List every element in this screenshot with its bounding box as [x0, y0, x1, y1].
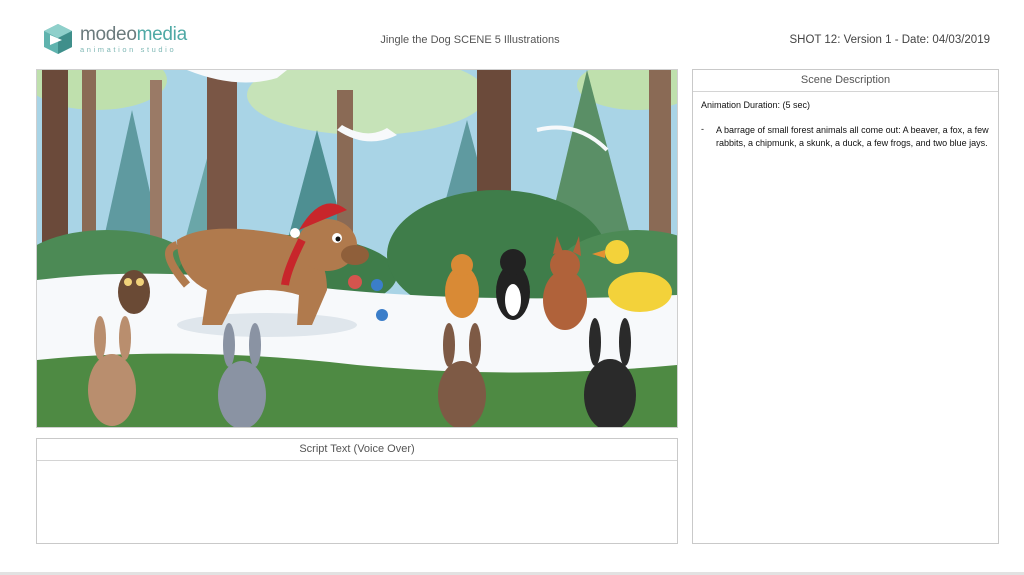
logo-wordmark: modeomedia animation studio — [80, 25, 187, 54]
crab-frog — [348, 275, 362, 289]
logo-brand-name: modeomedia — [80, 25, 187, 44]
script-text-body[interactable] — [37, 461, 677, 473]
duck — [608, 272, 672, 312]
company-logo: modeomedia animation studio — [42, 22, 187, 56]
bullet-marker: - — [701, 124, 704, 134]
scene-description-heading: Scene Description — [693, 70, 998, 92]
script-text-heading: Script Text (Voice Over) — [37, 439, 677, 461]
blue-jay — [371, 279, 383, 291]
cube-logo-icon — [44, 24, 72, 54]
logo-brand-part2: media — [136, 23, 188, 45]
script-text-panel: Script Text (Voice Over) — [36, 438, 678, 544]
storyboard-page: modeomedia animation studio Jingle the D… — [0, 0, 1024, 575]
document-title: Jingle the Dog SCENE 5 Illustrations — [380, 34, 560, 46]
description-bullet: - A barrage of small forest animals all … — [701, 124, 990, 150]
scene-illustration-frame — [36, 69, 678, 428]
bullet-text: A barrage of small forest animals all co… — [716, 125, 989, 149]
animation-duration: Animation Duration: (5 sec) — [701, 100, 811, 110]
logo-brand-part1: modeo — [80, 23, 137, 45]
scene-illustration — [37, 70, 677, 427]
blue-jay — [376, 309, 388, 321]
scene-description-panel: Scene Description Animation Duration: (5… — [692, 69, 999, 544]
owl — [118, 270, 150, 314]
scene-description-body: Animation Duration: (5 sec) - A barrage … — [693, 92, 998, 150]
logo-tagline: animation studio — [80, 44, 177, 54]
shot-info: SHOT 12: Version 1 - Date: 04/03/2019 — [789, 34, 990, 46]
